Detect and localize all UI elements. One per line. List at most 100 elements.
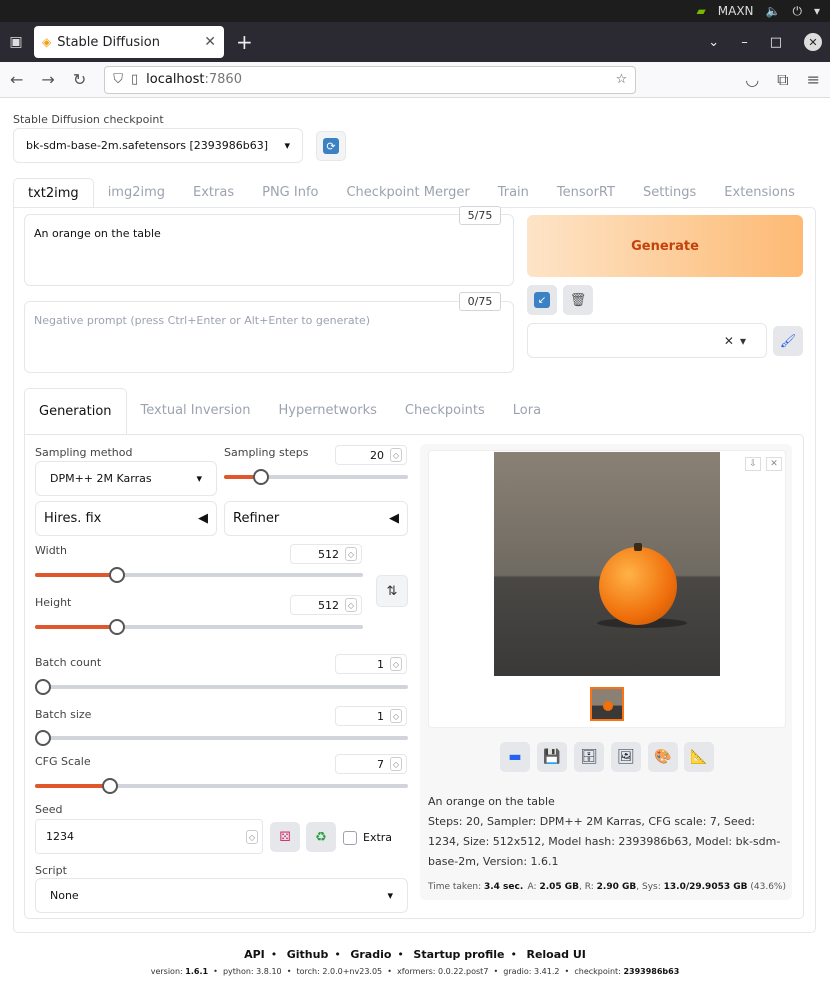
seed-input[interactable]: 1234 ◇: [35, 819, 263, 854]
xformers-version: 0.0.22.post7: [438, 967, 489, 976]
new-tab-button[interactable]: +: [236, 30, 253, 54]
random-seed-button[interactable]: ⚄: [270, 822, 300, 852]
sampling-method-select[interactable]: DPM++ 2M Karras ▾: [35, 461, 217, 496]
system-bar: ▰ MAXN 🔈 ⏻ ▾: [0, 0, 830, 22]
width-slider[interactable]: [35, 567, 363, 583]
clear-prompt-button[interactable]: 🗑: [563, 285, 593, 315]
tab-checkpoints[interactable]: Checkpoints: [391, 388, 499, 435]
send-to-inpaint-button[interactable]: 🎨: [648, 742, 678, 772]
generate-button[interactable]: Generate: [527, 215, 803, 277]
send-to-extras-button[interactable]: 📐: [684, 742, 714, 772]
tab-list-icon[interactable]: ▣: [6, 32, 26, 52]
tab-lora[interactable]: Lora: [499, 388, 555, 435]
stepper-icon[interactable]: ◇: [345, 547, 357, 561]
edit-styles-button[interactable]: 🖌: [773, 326, 803, 356]
download-icon[interactable]: ⇩: [745, 457, 761, 471]
width-input[interactable]: 512 ◇: [290, 544, 362, 564]
tab-png-info[interactable]: PNG Info: [248, 178, 332, 208]
stepper-icon[interactable]: ◇: [390, 448, 402, 462]
menu-icon[interactable]: ≡: [807, 70, 820, 90]
forward-icon[interactable]: →: [41, 70, 54, 89]
tab-tensorrt[interactable]: TensorRT: [543, 178, 629, 208]
python-version: 3.8.10: [256, 967, 282, 976]
prompt-input[interactable]: An orange on the table: [24, 214, 514, 286]
script-select[interactable]: None ▾: [35, 878, 408, 913]
height-slider[interactable]: [35, 619, 363, 635]
gallery-thumbnail[interactable]: [590, 687, 624, 721]
slider-handle[interactable]: [252, 469, 269, 485]
batch-size-input[interactable]: 1 ◇: [335, 706, 407, 726]
reload-icon[interactable]: ↻: [73, 70, 86, 89]
footer-link-reload-ui[interactable]: Reload UI: [526, 948, 585, 961]
footer-link-gradio[interactable]: Gradio: [350, 948, 391, 961]
cfg-scale-input[interactable]: 7 ◇: [335, 754, 407, 774]
shield-icon[interactable]: ⛉: [113, 72, 123, 87]
bookmark-star-icon[interactable]: ☆: [616, 72, 628, 87]
refiner-label: Refiner: [233, 511, 280, 526]
zip-button[interactable]: 🗄: [574, 742, 604, 772]
tab-extras[interactable]: Extras: [179, 178, 248, 208]
maximize-button[interactable]: □: [770, 35, 782, 50]
negative-prompt-input[interactable]: Negative prompt (press Ctrl+Enter or Alt…: [24, 301, 514, 373]
tab-generation[interactable]: Generation: [24, 388, 127, 435]
close-window-button[interactable]: ✕: [804, 33, 822, 51]
refresh-checkpoint-button[interactable]: ⟳: [316, 131, 346, 161]
extra-checkbox[interactable]: [343, 831, 357, 845]
minimize-button[interactable]: –: [741, 35, 748, 50]
tab-txt2img[interactable]: txt2img: [13, 178, 94, 208]
tab-settings[interactable]: Settings: [629, 178, 710, 208]
checkpoint-select[interactable]: bk-sdm-base-2m.safetensors [2393986b63] …: [13, 128, 303, 163]
pocket-icon[interactable]: ◡: [745, 70, 759, 90]
sampling-steps-input[interactable]: 20 ◇: [335, 445, 407, 465]
send-to-img2img-button[interactable]: 🖼: [611, 742, 641, 772]
ruler-icon: 📐: [690, 749, 708, 765]
gradio-version: 3.41.2: [534, 967, 560, 976]
batch-count-input[interactable]: 1 ◇: [335, 654, 407, 674]
close-icon[interactable]: ✕: [766, 457, 782, 471]
stepper-icon[interactable]: ◇: [390, 657, 402, 671]
batch-size-slider[interactable]: [35, 730, 408, 746]
tab-train[interactable]: Train: [484, 178, 543, 208]
slider-handle[interactable]: [109, 619, 125, 635]
cfg-scale-slider[interactable]: [35, 778, 408, 794]
sampling-steps-slider[interactable]: [224, 469, 408, 485]
stepper-icon[interactable]: ◇: [345, 598, 357, 612]
refiner-accordion[interactable]: Refiner ◀: [224, 501, 408, 536]
save-button[interactable]: 💾: [537, 742, 567, 772]
stepper-icon[interactable]: ◇: [390, 757, 402, 771]
stepper-icon[interactable]: ◇: [390, 709, 402, 723]
clear-styles-icon[interactable]: ✕: [724, 334, 734, 348]
tab-hypernetworks[interactable]: Hypernetworks: [264, 388, 390, 435]
hires-fix-accordion[interactable]: Hires. fix ◀: [35, 501, 217, 536]
tab-overflow-chevron-icon[interactable]: ⌄: [708, 35, 719, 50]
extensions-icon[interactable]: ⧉: [777, 70, 788, 90]
batch-count-slider[interactable]: [35, 679, 408, 695]
slider-handle[interactable]: [109, 567, 125, 583]
tab-img2img[interactable]: img2img: [94, 178, 179, 208]
tab-checkpoint-merger[interactable]: Checkpoint Merger: [332, 178, 483, 208]
tab-textual-inversion[interactable]: Textual Inversion: [127, 388, 265, 435]
power-icon[interactable]: ⏻: [792, 4, 802, 19]
height-input[interactable]: 512 ◇: [290, 595, 362, 615]
browser-tab[interactable]: ◈ Stable Diffusion ✕: [34, 26, 224, 58]
styles-select[interactable]: ✕ ▾: [527, 323, 767, 358]
slider-handle[interactable]: [35, 730, 51, 746]
refresh-icon: ⟳: [323, 138, 339, 154]
info-params: Steps: 20, Sampler: DPM++ 2M Karras, CFG…: [428, 815, 781, 868]
read-params-button[interactable]: ↙: [527, 285, 557, 315]
back-icon[interactable]: ←: [10, 70, 23, 89]
footer-link-startup-profile[interactable]: Startup profile: [413, 948, 504, 961]
url-bar[interactable]: ⛉ ▯ localhost:7860 ☆: [104, 65, 637, 94]
footer-link-github[interactable]: Github: [287, 948, 329, 961]
volume-icon[interactable]: 🔈: [766, 4, 781, 18]
swap-dimensions-button[interactable]: ⇅: [376, 575, 408, 607]
tab-extensions[interactable]: Extensions: [710, 178, 809, 208]
open-folder-button[interactable]: ▬: [500, 742, 530, 772]
reuse-seed-button[interactable]: ♻: [306, 822, 336, 852]
footer-link-api[interactable]: API: [244, 948, 265, 961]
slider-handle[interactable]: [35, 679, 51, 695]
slider-handle[interactable]: [101, 778, 118, 794]
close-tab-icon[interactable]: ✕: [204, 34, 216, 50]
system-menu-chevron-icon[interactable]: ▾: [814, 4, 820, 18]
stepper-icon[interactable]: ◇: [246, 830, 258, 844]
